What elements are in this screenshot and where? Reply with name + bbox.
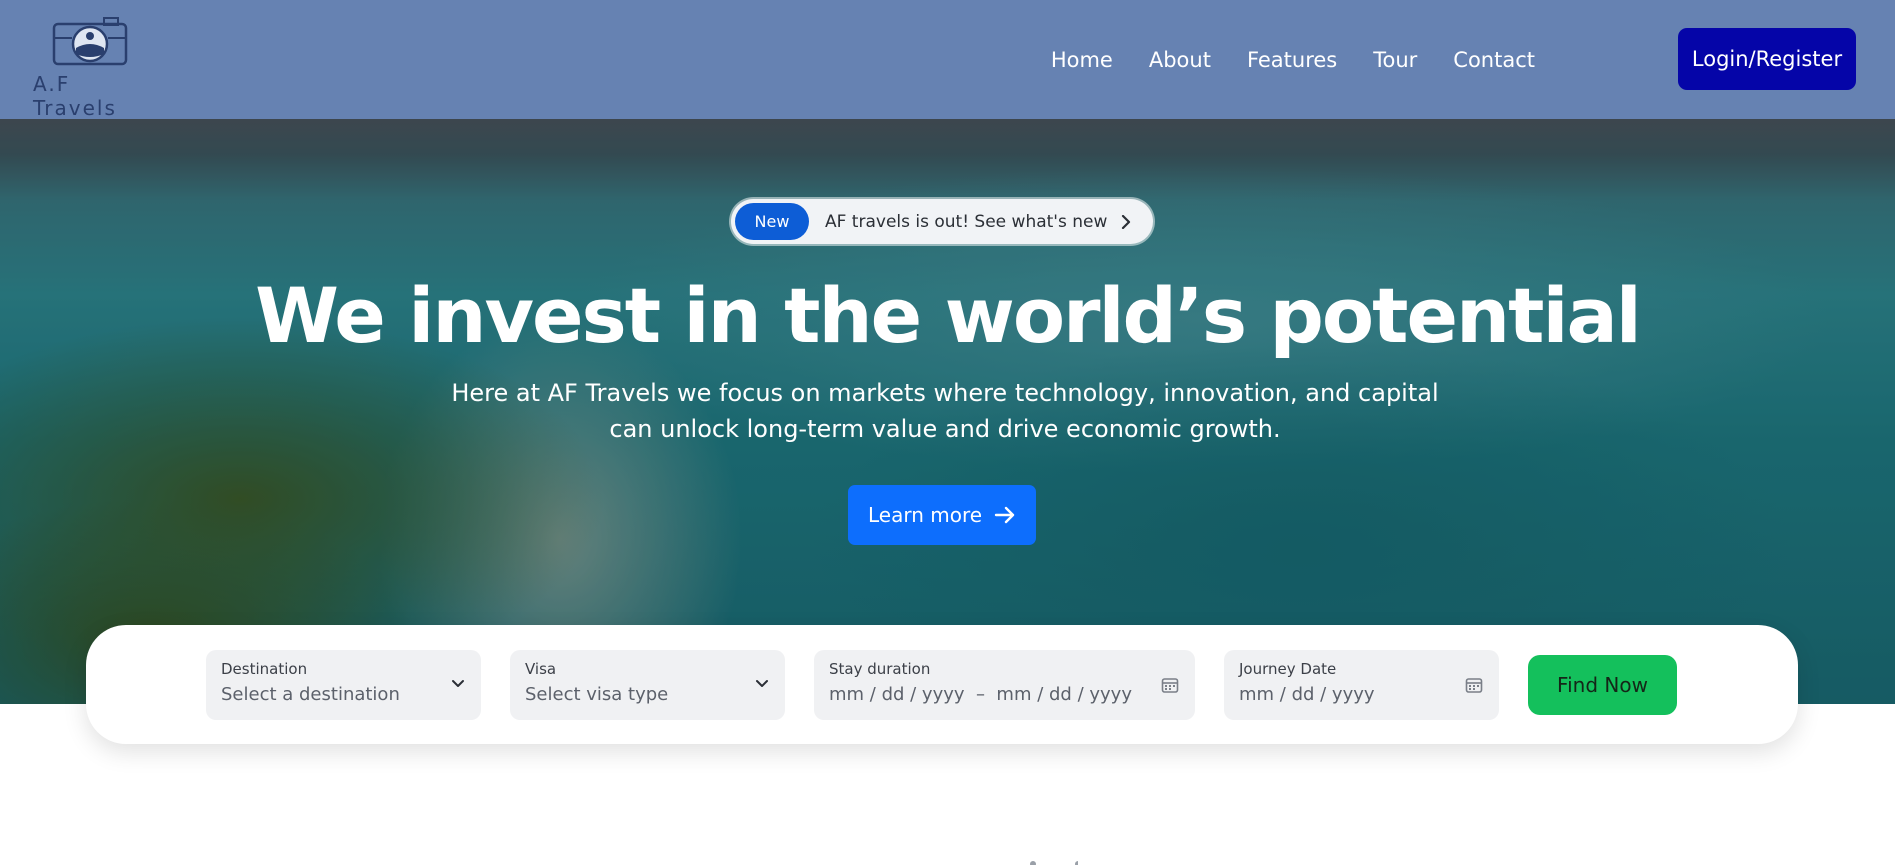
visa-placeholder: Select visa type [525, 684, 669, 705]
nav-tour[interactable]: Tour [1373, 48, 1417, 72]
visa-select[interactable]: Visa Select visa type [510, 650, 785, 720]
hero-subtitle: Here at AF Travels we focus on markets w… [451, 379, 1439, 443]
stay-duration-input[interactable]: Stay duration mm / dd / yyyy – mm / dd /… [814, 650, 1195, 720]
destination-label: Destination [221, 660, 308, 678]
journey-date-label: Journey Date [1239, 660, 1337, 678]
nav-about[interactable]: About [1149, 48, 1211, 72]
chevron-down-icon [755, 676, 769, 694]
hero-section: New AF travels is out! See what's new We… [0, 119, 1895, 704]
hero-content: New AF travels is out! See what's new We… [0, 119, 1895, 704]
nav-contact[interactable]: Contact [1453, 48, 1535, 72]
calendar-icon[interactable] [1161, 676, 1179, 699]
chevron-right-icon [1121, 214, 1131, 229]
decorative-dots [1030, 861, 1078, 865]
new-badge: New [735, 203, 809, 240]
page: A.F Travels Home About Features Tour Con… [0, 0, 1895, 865]
site-header: A.F Travels Home About Features Tour Con… [0, 0, 1895, 120]
visa-label: Visa [525, 660, 557, 678]
nav-features[interactable]: Features [1247, 48, 1337, 72]
journey-date-placeholder: mm / dd / yyyy [1239, 684, 1375, 705]
nav-home[interactable]: Home [1051, 48, 1113, 72]
find-now-button[interactable]: Find Now [1528, 655, 1677, 715]
search-card: Destination Select a destination Visa Se… [86, 625, 1798, 744]
learn-more-label: Learn more [867, 503, 983, 527]
arrow-right-icon [994, 506, 1015, 524]
main-nav: Home About Features Tour Contact [1051, 0, 1535, 119]
logo-text: A.F Travels [33, 72, 117, 120]
announcement-text: AF travels is out! See what's new [825, 211, 1108, 232]
announcement-pill[interactable]: New AF travels is out! See what's new [731, 199, 1153, 244]
logo[interactable]: A.F Travels [30, 16, 160, 120]
journey-date-input[interactable]: Journey Date mm / dd / yyyy [1224, 650, 1499, 720]
stay-duration-label: Stay duration [829, 660, 931, 678]
chevron-down-icon [451, 676, 465, 694]
login-register-button[interactable]: Login/Register [1678, 28, 1856, 90]
destination-select[interactable]: Destination Select a destination [206, 650, 481, 720]
destination-placeholder: Select a destination [221, 684, 400, 705]
stay-duration-placeholder: mm / dd / yyyy – mm / dd / yyyy [829, 684, 1132, 705]
learn-more-button[interactable]: Learn more [848, 485, 1036, 545]
camera-logo-icon [52, 17, 128, 66]
hero-title: We invest in the world’s potential [255, 271, 1642, 360]
calendar-icon[interactable] [1465, 676, 1483, 699]
